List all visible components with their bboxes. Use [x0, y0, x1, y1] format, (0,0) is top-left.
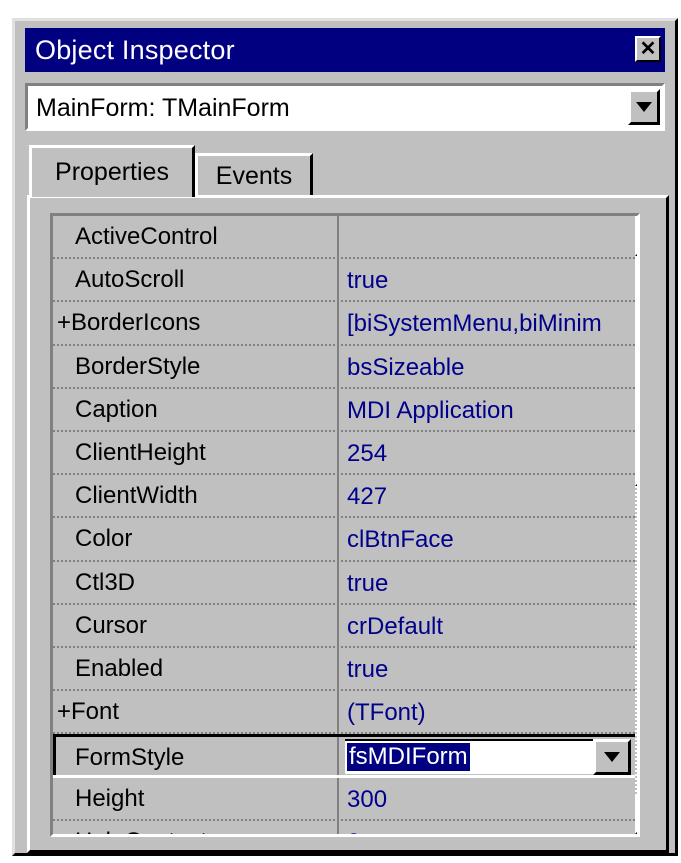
- property-value-selected[interactable]: fsMDIForm: [347, 743, 470, 772]
- property-name: FormStyle: [53, 737, 339, 776]
- property-value-dropdown-button[interactable]: [593, 739, 631, 776]
- property-row[interactable]: ActiveControl: [53, 216, 635, 260]
- property-value[interactable]: true: [341, 259, 635, 300]
- property-name: ActiveControl: [53, 216, 339, 258]
- property-name: BorderStyle: [53, 345, 339, 387]
- property-value[interactable]: 427: [341, 475, 635, 516]
- property-row[interactable]: Height 300: [53, 778, 635, 822]
- scroll-up-button[interactable]: [635, 216, 637, 256]
- property-name: Height: [53, 778, 339, 820]
- property-row[interactable]: AutoScroll true: [53, 259, 635, 303]
- property-value[interactable]: MDI Application: [341, 389, 635, 430]
- property-row[interactable]: Enabled true: [53, 647, 635, 692]
- property-name: Caption: [53, 388, 339, 430]
- property-value[interactable]: bsSizeable: [341, 346, 635, 387]
- window-title: Object Inspector: [35, 34, 235, 65]
- tab-events-label: Events: [215, 162, 293, 190]
- object-selector-value: MainForm: TMainForm: [36, 94, 290, 122]
- property-value[interactable]: [biSystemMenu,biMinim: [341, 302, 635, 343]
- property-row[interactable]: HelpContext 0: [53, 821, 635, 834]
- property-value[interactable]: (TFont): [341, 691, 635, 732]
- property-row-selected[interactable]: FormStyle fsMDIForm: [53, 734, 635, 779]
- properties-page: ActiveControl AutoScroll true +BorderIco…: [27, 195, 669, 853]
- chevron-down-icon: [604, 752, 620, 763]
- property-value[interactable]: 300: [341, 778, 635, 819]
- property-rows: ActiveControl AutoScroll true +BorderIco…: [53, 216, 635, 834]
- property-value[interactable]: true: [341, 562, 635, 603]
- property-name[interactable]: +BorderIcons: [53, 302, 339, 344]
- tab-events[interactable]: Events: [195, 153, 313, 197]
- property-row[interactable]: BorderStyle bsSizeable: [53, 345, 635, 389]
- scroll-down-button[interactable]: [635, 794, 637, 834]
- property-row[interactable]: Caption MDI Application: [53, 388, 635, 432]
- property-value[interactable]: [341, 216, 635, 257]
- close-button[interactable]: ✕: [635, 36, 661, 62]
- close-icon: ✕: [639, 38, 657, 60]
- tab-properties[interactable]: Properties: [29, 145, 195, 197]
- property-name: Cursor: [53, 604, 339, 646]
- object-inspector-window: Object Inspector ✕ MainForm: TMainForm P…: [12, 18, 678, 856]
- property-row[interactable]: Cursor crDefault: [53, 604, 635, 648]
- property-value-editor[interactable]: fsMDIForm: [345, 739, 621, 775]
- scrollbar-thumb[interactable]: [635, 256, 637, 486]
- property-value[interactable]: true: [341, 648, 635, 689]
- tab-properties-label: Properties: [55, 158, 169, 186]
- property-name[interactable]: +Font: [53, 691, 339, 733]
- property-name: HelpContext: [53, 821, 339, 834]
- property-value[interactable]: 254: [341, 432, 635, 473]
- property-value[interactable]: crDefault: [341, 605, 635, 646]
- property-name: ClientWidth: [53, 475, 339, 517]
- title-bar[interactable]: Object Inspector ✕: [25, 28, 665, 72]
- property-row[interactable]: Color clBtnFace: [53, 518, 635, 562]
- property-name: Color: [53, 518, 339, 560]
- property-name: ClientHeight: [53, 431, 339, 474]
- object-selector[interactable]: MainForm: TMainForm: [25, 83, 665, 131]
- property-row[interactable]: ClientWidth 427: [53, 475, 635, 519]
- chevron-down-icon: [636, 102, 652, 112]
- property-value[interactable]: 0: [341, 821, 635, 834]
- property-row[interactable]: Ctl3D true: [53, 561, 635, 605]
- property-value[interactable]: clBtnFace: [341, 518, 635, 559]
- property-row[interactable]: +BorderIcons [biSystemMenu,biMinim: [53, 302, 635, 346]
- object-selector-dropdown-button[interactable]: [628, 89, 660, 125]
- property-grid: ActiveControl AutoScroll true +BorderIco…: [50, 213, 640, 837]
- property-name: Enabled: [53, 647, 339, 690]
- vertical-scrollbar[interactable]: [635, 216, 637, 834]
- property-name: AutoScroll: [53, 259, 339, 301]
- property-row[interactable]: +Font (TFont): [53, 691, 635, 735]
- property-name: Ctl3D: [53, 561, 339, 603]
- property-row[interactable]: ClientHeight 254: [53, 431, 635, 476]
